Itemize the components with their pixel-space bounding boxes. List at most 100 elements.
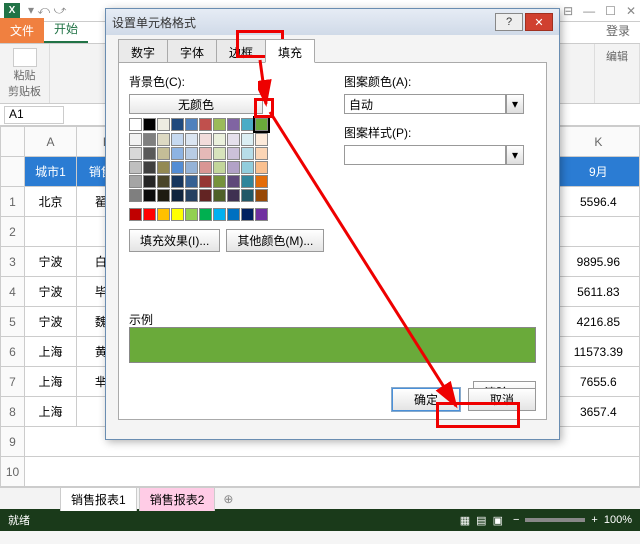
color-swatch[interactable]	[143, 147, 156, 160]
header-cell[interactable]: 城市1	[25, 157, 77, 187]
row-header[interactable]: 5	[1, 307, 25, 337]
color-swatch[interactable]	[227, 118, 240, 131]
more-colors-button[interactable]: 其他颜色(M)...	[226, 229, 324, 252]
color-swatch[interactable]	[157, 189, 170, 202]
color-swatch[interactable]	[227, 189, 240, 202]
cancel-button[interactable]: 取消	[468, 388, 536, 411]
color-swatch[interactable]	[171, 133, 184, 146]
fill-effects-button[interactable]: 填充效果(I)...	[129, 229, 220, 252]
color-swatch[interactable]	[199, 118, 212, 131]
dialog-titlebar[interactable]: 设置单元格格式 ? ✕	[106, 9, 559, 35]
name-box[interactable]: A1	[4, 106, 64, 124]
color-swatch[interactable]	[213, 161, 226, 174]
row-header[interactable]: 1	[1, 187, 25, 217]
cell[interactable]	[25, 217, 77, 247]
color-swatch[interactable]	[213, 147, 226, 160]
color-swatch[interactable]	[199, 208, 212, 221]
row-header[interactable]: 3	[1, 247, 25, 277]
row-header[interactable]: 7	[1, 367, 25, 397]
color-swatch[interactable]	[199, 161, 212, 174]
zoom-value[interactable]: 100%	[604, 514, 632, 526]
color-swatch[interactable]	[213, 133, 226, 146]
color-swatch[interactable]	[157, 208, 170, 221]
color-swatch[interactable]	[213, 175, 226, 188]
color-swatch[interactable]	[241, 208, 254, 221]
tab-home[interactable]: 开始	[44, 16, 88, 43]
color-swatch[interactable]	[241, 118, 254, 131]
color-swatch[interactable]	[185, 189, 198, 202]
ribbon-min-icon[interactable]: ⊟	[563, 4, 573, 18]
view-break-icon[interactable]: ▣	[493, 514, 503, 527]
pattern-color-combo[interactable]: 自动 ▾	[344, 94, 524, 114]
col-header[interactable]: A	[25, 127, 77, 157]
row-header[interactable]: 2	[1, 217, 25, 247]
cell[interactable]: 3657.4	[557, 397, 639, 427]
cell[interactable]: 宁波	[25, 307, 77, 337]
header-cell[interactable]: 9月	[557, 157, 639, 187]
close-icon[interactable]: ✕	[525, 13, 553, 31]
cell[interactable]: 宁波	[25, 247, 77, 277]
ok-button[interactable]: 确定	[392, 388, 460, 411]
color-swatch[interactable]	[185, 175, 198, 188]
view-normal-icon[interactable]: ▦	[460, 514, 470, 527]
color-swatch[interactable]	[143, 133, 156, 146]
color-swatch[interactable]	[241, 147, 254, 160]
cell[interactable]: 上海	[25, 337, 77, 367]
no-color-button[interactable]: 无颜色	[129, 94, 263, 114]
color-swatch[interactable]	[227, 208, 240, 221]
cell[interactable]	[557, 217, 639, 247]
cell[interactable]: 11573.39	[557, 337, 639, 367]
add-sheet-icon[interactable]: ⊕	[223, 492, 233, 506]
color-swatch[interactable]	[129, 208, 142, 221]
zoom-in-icon[interactable]: +	[591, 514, 597, 526]
color-swatch-nocolor[interactable]	[129, 118, 142, 131]
color-swatch[interactable]	[171, 147, 184, 160]
col-header[interactable]: K	[557, 127, 639, 157]
color-swatch[interactable]	[255, 175, 268, 188]
cell[interactable]: 9895.96	[557, 247, 639, 277]
color-swatch[interactable]	[129, 147, 142, 160]
cell[interactable]: 宁波	[25, 277, 77, 307]
window-min-icon[interactable]: —	[583, 4, 595, 18]
color-swatch[interactable]	[157, 147, 170, 160]
view-layout-icon[interactable]: ▤	[476, 514, 486, 527]
color-swatch[interactable]	[185, 118, 198, 131]
color-swatch[interactable]	[129, 175, 142, 188]
cell[interactable]: 北京	[25, 187, 77, 217]
color-swatch[interactable]	[171, 175, 184, 188]
cell[interactable]: 7655.6	[557, 367, 639, 397]
color-swatch[interactable]	[143, 118, 156, 131]
color-swatch[interactable]	[185, 147, 198, 160]
paste-icon[interactable]	[13, 48, 37, 67]
color-swatch[interactable]	[255, 189, 268, 202]
color-swatch[interactable]	[241, 161, 254, 174]
color-swatch[interactable]	[213, 118, 226, 131]
color-swatch[interactable]	[171, 208, 184, 221]
color-swatch[interactable]	[157, 133, 170, 146]
color-swatch[interactable]	[213, 189, 226, 202]
color-swatch[interactable]	[185, 161, 198, 174]
color-swatch[interactable]	[143, 161, 156, 174]
color-swatch[interactable]	[227, 147, 240, 160]
color-swatch[interactable]	[241, 175, 254, 188]
chevron-down-icon[interactable]: ▾	[506, 94, 524, 114]
window-close-icon[interactable]: ✕	[626, 4, 636, 18]
color-swatch[interactable]	[199, 175, 212, 188]
color-swatch[interactable]	[143, 208, 156, 221]
color-swatch[interactable]	[255, 118, 268, 131]
promo-row[interactable]: 更多关于Office知识小技巧请关注，望转发与收藏！	[25, 457, 640, 487]
color-swatch[interactable]	[171, 189, 184, 202]
color-swatch[interactable]	[227, 175, 240, 188]
color-swatch[interactable]	[227, 161, 240, 174]
login-link[interactable]: 登录	[596, 18, 640, 43]
color-swatch[interactable]	[157, 118, 170, 131]
color-swatch[interactable]	[129, 189, 142, 202]
cell[interactable]: 4216.85	[557, 307, 639, 337]
tab-border[interactable]: 边框	[216, 39, 266, 63]
color-swatch[interactable]	[255, 133, 268, 146]
color-swatch[interactable]	[171, 161, 184, 174]
color-swatch[interactable]	[255, 208, 268, 221]
color-swatch[interactable]	[185, 208, 198, 221]
color-swatch[interactable]	[157, 175, 170, 188]
color-swatch[interactable]	[143, 175, 156, 188]
